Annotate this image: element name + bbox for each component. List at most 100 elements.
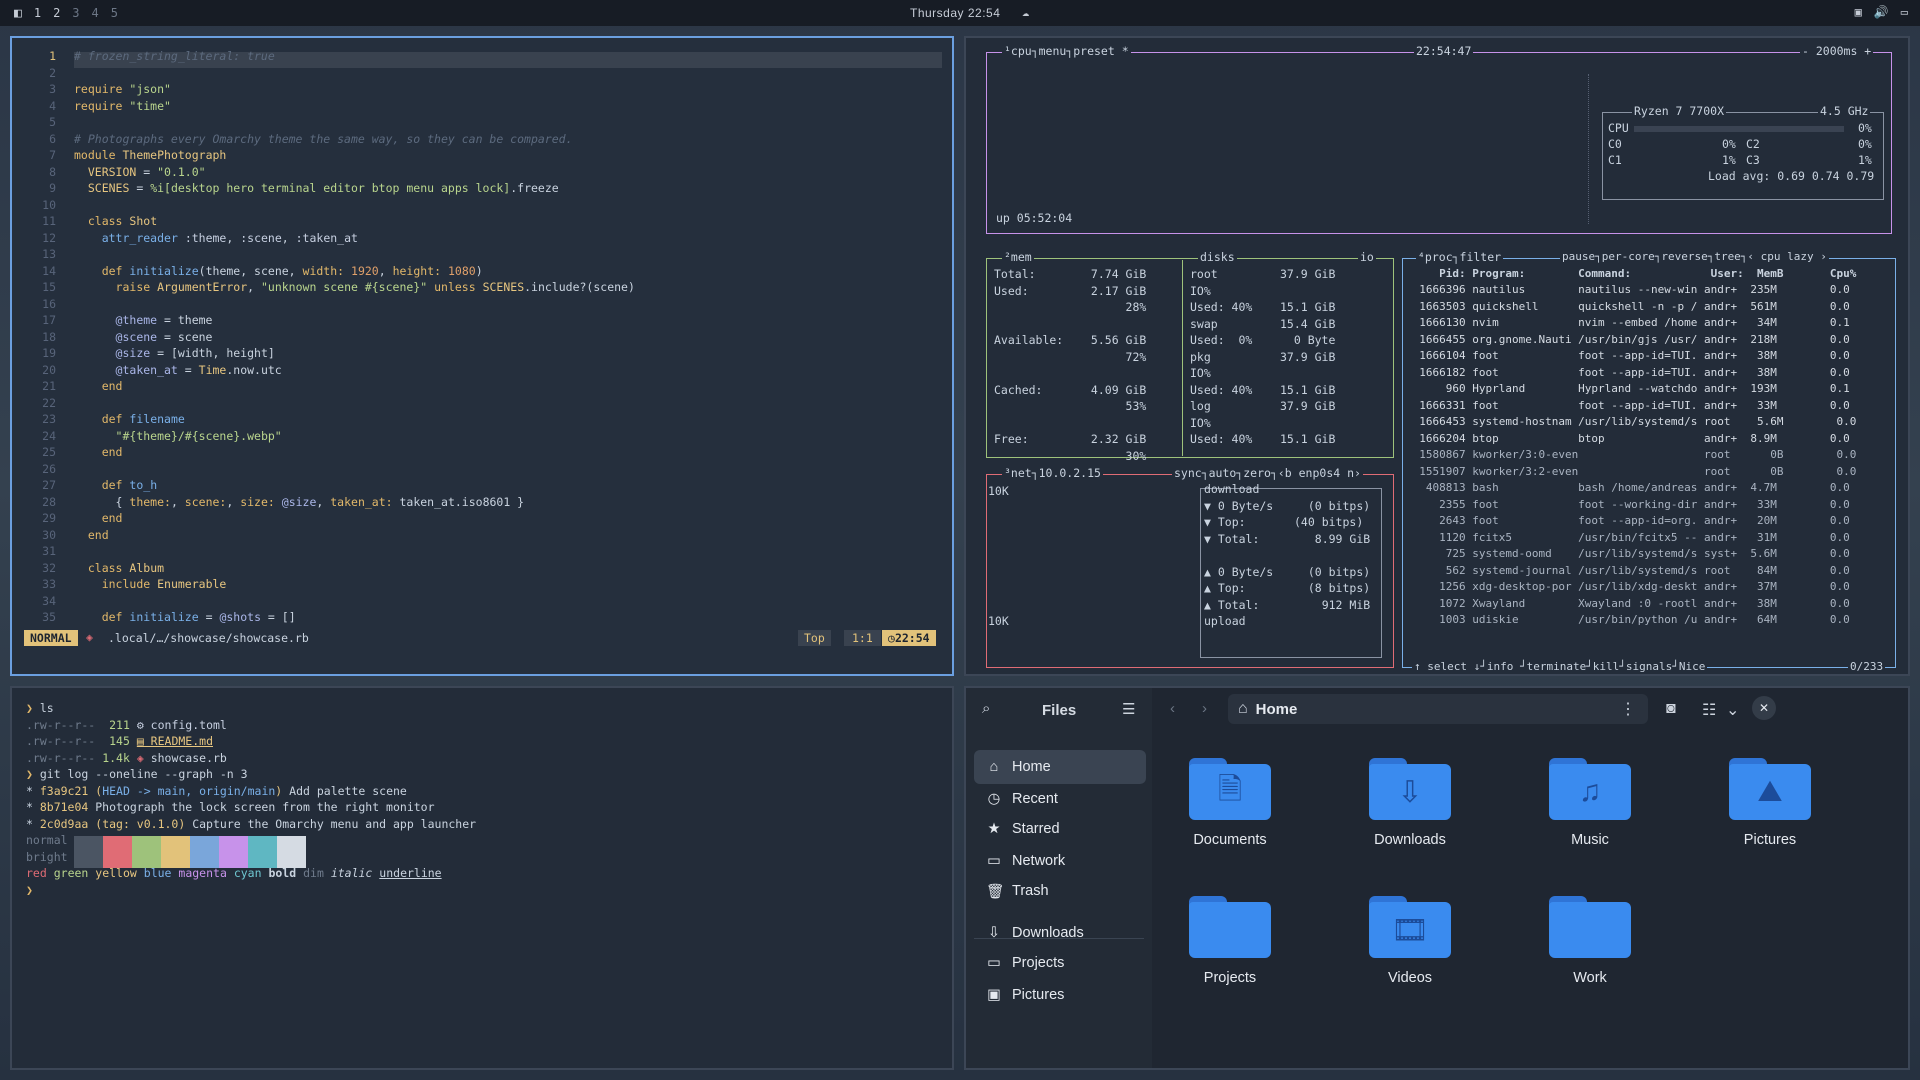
process-row[interactable]: 1551907 kworker/3:2-even root 0B 0.0: [1406, 464, 1856, 481]
code-line[interactable]: 11 class Shot: [12, 213, 952, 230]
code-line[interactable]: 26: [12, 461, 952, 478]
code-line[interactable]: 12 attr_reader :theme, :scene, :taken_at: [12, 230, 952, 247]
code-line[interactable]: 15 raise ArgumentError, "unknown scene #…: [12, 279, 952, 296]
net-options[interactable]: sync┐auto┐zero┐‹b enp0s4 n›: [1172, 465, 1363, 482]
mem-header[interactable]: ²mem: [1002, 249, 1034, 266]
proc-header[interactable]: ⁴proc┐filter: [1416, 249, 1504, 266]
close-button[interactable]: ✕: [1752, 696, 1776, 720]
app-launcher-icon[interactable]: ◧: [14, 6, 22, 21]
terminal-window[interactable]: ❯ ls .rw-r--r-- 211 ⚙ config.toml .rw-r--r…: [10, 686, 954, 1070]
process-row[interactable]: 1666396 nautilus nautilus --new-win andr…: [1406, 282, 1849, 299]
workspace-4[interactable]: 4: [92, 6, 99, 20]
process-row[interactable]: 1663503 quickshell quickshell -n -p / an…: [1406, 299, 1849, 316]
folder-documents[interactable]: 🗎 Documents: [1170, 758, 1290, 848]
camera-icon[interactable]: ◙: [1666, 700, 1676, 718]
process-row[interactable]: 1666204 btop btop andr+ 8.9M 0.0: [1406, 431, 1849, 448]
process-row[interactable]: 2643 foot foot --app-id=org. andr+ 20M 0…: [1406, 513, 1850, 530]
editor-window[interactable]: 1 # frozen_string_literal: true 2 3 require …: [10, 36, 954, 676]
disks-header[interactable]: disks: [1198, 249, 1237, 266]
process-row[interactable]: 1666331 foot foot --app-id=TUI. andr+ 33…: [1406, 398, 1849, 415]
chevron-down-icon[interactable]: ⌄: [1726, 700, 1739, 720]
io-toggle[interactable]: io: [1358, 249, 1376, 266]
sidebar-item-network[interactable]: ▭ Network: [974, 844, 1146, 878]
process-row[interactable]: 1580867 kworker/3:0-even root 0B 0.0: [1406, 447, 1856, 464]
code-line[interactable]: 5: [12, 114, 952, 131]
view-list-icon[interactable]: ☷: [1702, 700, 1716, 720]
location-bar[interactable]: ⌂ Home ⋮: [1228, 694, 1648, 724]
workspace-5[interactable]: 5: [111, 6, 118, 20]
sidebar-item-downloads[interactable]: ⇩ Downloads: [974, 916, 1146, 950]
code-line[interactable]: 19 @size = [width, height]: [12, 345, 952, 362]
process-row[interactable]: 1120 fcitx5 /usr/bin/fcitx5 -- andr+ 31M…: [1406, 530, 1850, 547]
code-line[interactable]: 18 @scene = scene: [12, 329, 952, 346]
code-line[interactable]: 6 # Photographs every Omarchy theme the s…: [12, 131, 952, 148]
location-menu-icon[interactable]: ⋮: [1620, 699, 1636, 719]
code-line[interactable]: 20 @taken_at = Time.now.utc: [12, 362, 952, 379]
search-icon[interactable]: ⌕: [982, 700, 990, 717]
folder-pictures[interactable]: ⛰ Pictures: [1710, 758, 1830, 848]
sidebar-item-recent[interactable]: ◷ Recent: [974, 782, 1146, 816]
process-row[interactable]: 1256 xdg-desktop-por /usr/lib/xdg-deskt …: [1406, 579, 1850, 596]
code-line[interactable]: 10: [12, 197, 952, 214]
code-line[interactable]: 4 require "time": [12, 98, 952, 115]
update-rate[interactable]: - 2000ms +: [1800, 43, 1874, 60]
workspace-2[interactable]: 2: [53, 6, 60, 20]
workspace-3[interactable]: 3: [72, 6, 79, 20]
cpu-box-header[interactable]: ¹cpu┐menu┐preset *: [1002, 43, 1131, 60]
code-line[interactable]: 14 def initialize(theme, scene, width: 1…: [12, 263, 952, 280]
folder-work[interactable]: Work: [1530, 896, 1650, 986]
code-line[interactable]: 9 SCENES = %i[desktop hero terminal edit…: [12, 180, 952, 197]
process-row[interactable]: 725 systemd-oomd /usr/lib/systemd/s syst…: [1406, 546, 1850, 563]
code-line[interactable]: 17 @theme = theme: [12, 312, 952, 329]
folder-downloads[interactable]: ⇩ Downloads: [1350, 758, 1470, 848]
sidebar-item-home[interactable]: ⌂ Home: [974, 750, 1146, 784]
code-line[interactable]: 35 def initialize = @shots = []: [12, 609, 952, 626]
code-line[interactable]: 23 def filename: [12, 411, 952, 428]
code-line[interactable]: 13: [12, 246, 952, 263]
proc-options[interactable]: pause┐per-core┐reverse┐tree┐‹ cpu lazy ›: [1560, 249, 1829, 266]
code-line[interactable]: 33 include Enumerable: [12, 576, 952, 593]
process-row[interactable]: 408813 bash bash /home/andreas andr+ 4.7…: [1406, 480, 1850, 497]
code-line[interactable]: 28 { theme:, scene:, size: @size, taken_…: [12, 494, 952, 511]
files-window[interactable]: ⌕ Files ☰ ⌂ Home ◷ Recent ★ Starred ▭ Network 🗑 T…: [964, 686, 1910, 1070]
folder-music[interactable]: ♫ Music: [1530, 758, 1650, 848]
menu-icon[interactable]: ☰: [1122, 700, 1135, 718]
sidebar-item-trash[interactable]: 🗑 Trash: [974, 874, 1146, 908]
process-row[interactable]: 960 Hyprland Hyprland --watchdo andr+ 19…: [1406, 381, 1850, 398]
sidebar-item-pictures[interactable]: ▣ Pictures: [974, 978, 1146, 1012]
code-line[interactable]: 32 class Album: [12, 560, 952, 577]
folder-videos[interactable]: 🎞 Videos: [1350, 896, 1470, 986]
code-line[interactable]: 16: [12, 296, 952, 313]
code-line[interactable]: 8 VERSION = "0.1.0": [12, 164, 952, 181]
code-line[interactable]: 2: [12, 65, 952, 82]
process-row[interactable]: 1072 Xwayland Xwayland :0 -rootl andr+ 3…: [1406, 596, 1850, 613]
sidebar-item-starred[interactable]: ★ Starred: [974, 812, 1146, 846]
process-row[interactable]: 2355 foot foot --working-dir andr+ 33M 0…: [1406, 497, 1850, 514]
code-line[interactable]: 3 require "json": [12, 81, 952, 98]
code-line[interactable]: 31: [12, 543, 952, 560]
process-row[interactable]: 562 systemd-journal /usr/lib/systemd/s r…: [1406, 563, 1850, 580]
display-icon[interactable]: ▭: [1901, 5, 1908, 19]
forward-button[interactable]: ›: [1202, 700, 1207, 717]
proc-footer[interactable]: ↑ select ↓┘info ┘terminate┘kill┘signals┘…: [1412, 659, 1708, 674]
sidebar-item-projects[interactable]: ▭ Projects: [974, 946, 1146, 980]
code-line[interactable]: 7 module ThemePhotograph: [12, 147, 952, 164]
code-line[interactable]: 22: [12, 395, 952, 412]
net-header[interactable]: ³net┐10.0.2.15: [1002, 465, 1103, 482]
code-line[interactable]: 27 def to_h: [12, 477, 952, 494]
workspace-1[interactable]: 1: [34, 6, 41, 20]
code-line[interactable]: 1 # frozen_string_literal: true: [12, 48, 952, 65]
back-button[interactable]: ‹: [1170, 700, 1175, 717]
code-line[interactable]: 25 end: [12, 444, 952, 461]
code-line[interactable]: 29 end: [12, 510, 952, 527]
process-row[interactable]: 1666182 foot foot --app-id=TUI. andr+ 38…: [1406, 365, 1849, 382]
screen-record-icon[interactable]: ▣: [1855, 5, 1862, 19]
process-row[interactable]: 1666104 foot foot --app-id=TUI. andr+ 38…: [1406, 348, 1849, 365]
clock[interactable]: Thursday 22:54: [910, 6, 1000, 20]
folder-projects[interactable]: Projects: [1170, 896, 1290, 986]
process-row[interactable]: 1003 udiskie /usr/bin/python /u andr+ 64…: [1406, 612, 1850, 629]
btop-window[interactable]: ¹cpu┐menu┐preset * 22:54:47 - 2000ms + u…: [964, 36, 1910, 676]
process-row[interactable]: 1666455 org.gnome.Nauti /usr/bin/gjs /us…: [1406, 332, 1849, 349]
code-line[interactable]: 21 end: [12, 378, 952, 395]
code-line[interactable]: 34: [12, 593, 952, 610]
